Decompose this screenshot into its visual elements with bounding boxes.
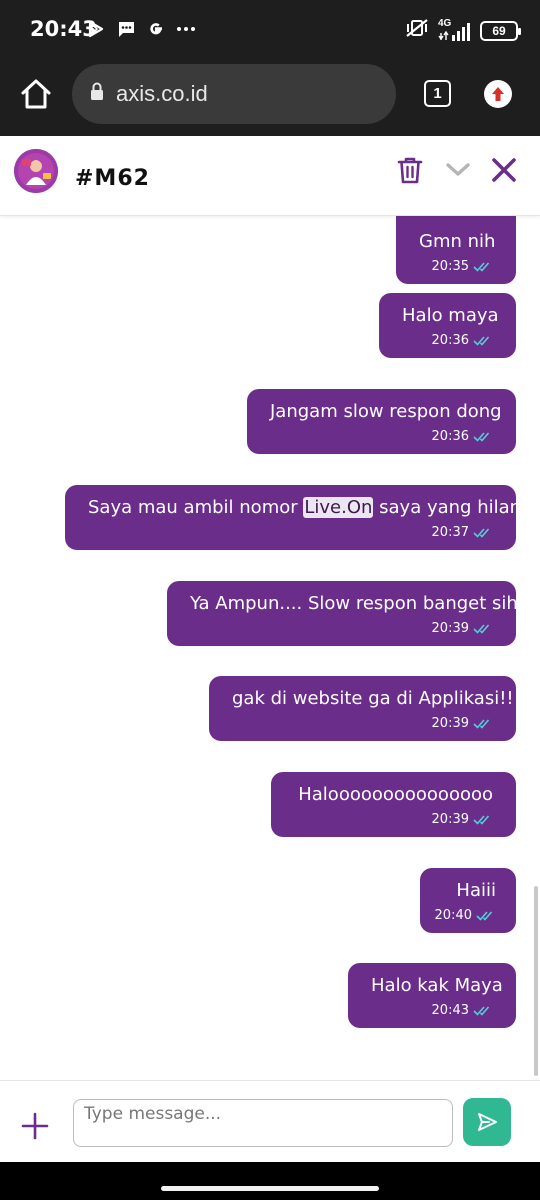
play-store-icon	[86, 19, 106, 39]
more-dots-icon	[176, 19, 196, 39]
update-button[interactable]	[484, 80, 512, 108]
message-time: 20:39	[431, 621, 469, 636]
notification-icons	[86, 19, 196, 39]
message-text: gak di website ga di Applikasi!!!	[232, 688, 521, 709]
message-bubble: Gmn nih 20:35	[396, 216, 516, 284]
avatar	[14, 149, 58, 193]
close-button[interactable]	[488, 154, 520, 186]
chat-title: #M62	[75, 166, 150, 191]
home-button[interactable]	[18, 76, 54, 112]
send-button[interactable]	[463, 1098, 511, 1146]
message-time: 20:39	[431, 716, 469, 731]
send-icon	[478, 1113, 497, 1131]
double-check-icon	[473, 262, 490, 272]
message-bubble: Ya Ampun.... Slow respon banget sih 20:3…	[167, 581, 518, 646]
message-text: Haiii	[456, 880, 496, 901]
address-bar[interactable]: axis.co.id	[72, 64, 396, 124]
message-text: Gmn nih	[419, 231, 496, 252]
double-check-icon	[473, 815, 490, 825]
signal-icon: 4G	[438, 18, 472, 42]
message-time: 20:43	[431, 1003, 469, 1018]
battery-indicator: 69	[480, 20, 521, 41]
message-text: Jangam slow respon dong	[270, 401, 502, 422]
message-text: Saya mau ambil nomor Live.On saya yang h…	[88, 497, 533, 518]
message-composer	[0, 1080, 540, 1162]
double-check-icon	[473, 528, 490, 538]
message-bubble: gak di website ga di Applikasi!!! 20:39	[209, 676, 521, 741]
message-time: 20:40	[434, 908, 472, 923]
browser-toolbar: axis.co.id 1	[0, 58, 540, 136]
chevron-down-icon	[446, 163, 470, 176]
url-text: axis.co.id	[116, 81, 208, 106]
message-list[interactable]: Gmn nih 20:35 Halo maya 20:36 Jangam slo…	[0, 216, 540, 1080]
attach-button[interactable]	[20, 1111, 50, 1141]
delete-button[interactable]	[394, 154, 426, 186]
plus-icon	[21, 1112, 49, 1140]
vibrate-mute-icon	[404, 17, 430, 44]
message-time: 20:35	[431, 259, 469, 274]
double-check-icon	[473, 336, 490, 346]
message-text: Ya Ampun.... Slow respon banget sih	[190, 593, 518, 614]
minimize-button[interactable]	[442, 154, 474, 186]
message-time: 20:36	[431, 429, 469, 444]
message-bubble: Halo maya 20:36	[379, 293, 516, 358]
double-check-icon	[476, 911, 493, 921]
message-time: 20:37	[431, 525, 469, 540]
double-check-icon	[473, 432, 490, 442]
tab-switcher-button[interactable]: 1	[424, 80, 451, 107]
home-gesture-handle[interactable]	[161, 1186, 379, 1191]
arrow-up-icon	[492, 87, 504, 101]
scrollbar[interactable]	[534, 886, 538, 1076]
message-input[interactable]	[73, 1099, 453, 1147]
message-text: Halo kak Maya	[371, 975, 503, 996]
message-bubble: Halo kak Maya 20:43	[348, 963, 516, 1028]
message-bubble: Haiii 20:40	[420, 868, 516, 933]
chat-header: #M62	[0, 136, 540, 216]
message-time: 20:36	[431, 333, 469, 348]
lock-icon	[90, 82, 104, 106]
message-bubble: Jangam slow respon dong 20:36	[247, 389, 516, 454]
message-text: Halo maya	[402, 305, 499, 326]
message-time: 20:39	[431, 812, 469, 827]
highlighted-text: Live.On	[303, 497, 374, 518]
system-status-icons: 4G 69	[404, 17, 521, 44]
status-bar: 20:43 4G 69	[0, 0, 540, 58]
double-check-icon	[473, 624, 490, 634]
message-text: Halooooooooooooooo	[298, 784, 493, 805]
close-icon	[492, 158, 516, 182]
message-bubble: Saya mau ambil nomor Live.On saya yang h…	[65, 485, 533, 550]
double-check-icon	[473, 719, 490, 729]
message-bubble: Halooooooooooooooo 20:39	[271, 772, 516, 837]
double-check-icon	[473, 1006, 490, 1016]
navigation-bar	[0, 1162, 540, 1200]
message-icon	[116, 19, 136, 39]
trash-icon	[397, 157, 423, 184]
home-icon	[21, 79, 51, 109]
google-icon	[146, 19, 166, 39]
